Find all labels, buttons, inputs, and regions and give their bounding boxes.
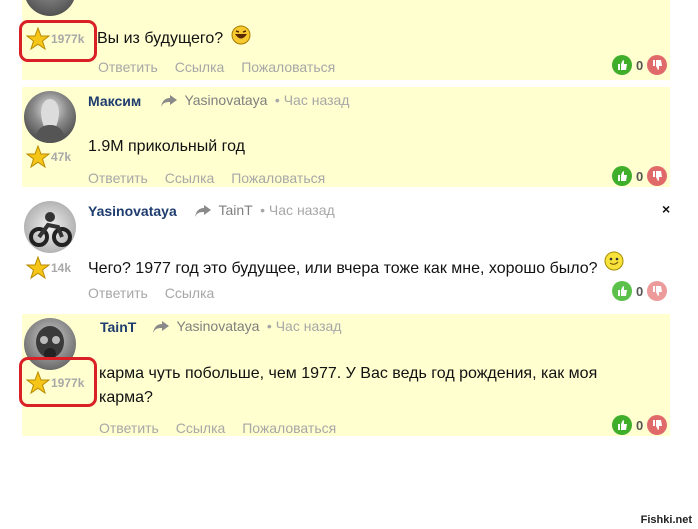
watermark: Fishki.net (640, 514, 692, 526)
reply-link[interactable]: Ответить (88, 170, 148, 186)
thumbs-up-icon[interactable] (612, 415, 632, 435)
close-icon[interactable]: × (662, 201, 670, 217)
karma-value: 47k (51, 150, 72, 164)
reply-target[interactable]: TainT (218, 202, 252, 218)
comment-actions: Ответить Ссылка Пожаловаться (99, 420, 349, 436)
comment-actions: Ответить Ссылка Пожаловаться (98, 59, 348, 75)
reply-info: TainT • Час назад (194, 202, 335, 220)
vote-widget: 0 (612, 55, 668, 75)
thumbs-down-icon[interactable] (647, 166, 668, 186)
reply-target[interactable]: Yasinovataya (176, 318, 259, 334)
timestamp: • Час назад (266, 318, 342, 334)
vote-widget: 0 (612, 281, 668, 301)
comment-text: 1.9M прикольный год (88, 138, 245, 155)
annotation-highlight (19, 357, 97, 407)
reply-link[interactable]: Ответить (98, 59, 158, 75)
comment-actions: Ответить Ссылка Пожаловаться (88, 170, 338, 186)
vote-count: 0 (636, 283, 644, 299)
reply-arrow-icon (161, 94, 177, 107)
avatar[interactable] (24, 91, 76, 143)
author-name[interactable]: Yasinovataya (88, 203, 177, 219)
karma-badge: 14k (26, 256, 71, 280)
author-name[interactable]: TainT (100, 319, 136, 335)
karma-badge: 47k (26, 145, 71, 169)
timestamp: • Час назад (260, 202, 335, 218)
reply-link[interactable]: Ответить (88, 285, 148, 301)
thumbs-up-icon[interactable] (612, 281, 632, 301)
star-icon (26, 256, 50, 280)
reply-link[interactable]: Ответить (99, 420, 159, 436)
vote-count: 0 (636, 168, 644, 184)
annotation-highlight (19, 20, 97, 62)
comment-actions: Ответить Ссылка (88, 285, 227, 301)
thumbs-down-icon[interactable] (647, 281, 668, 301)
thumbs-down-icon[interactable] (647, 55, 668, 75)
reply-info: Yasinovataya • Час назад (152, 318, 341, 336)
karma-value: 14k (51, 261, 72, 275)
thumbs-up-icon[interactable] (612, 55, 632, 75)
avatar[interactable] (24, 201, 76, 253)
vote-widget: 0 (612, 415, 668, 435)
comment-text: карма чуть побольше, чем 1977. У Вас вед… (99, 365, 598, 406)
report-link[interactable]: Пожаловаться (242, 420, 336, 436)
reply-arrow-icon (153, 320, 169, 333)
permalink-link[interactable]: Ссылка (165, 170, 215, 186)
wizard-avatar-icon (34, 99, 66, 143)
thumbs-down-icon[interactable] (647, 415, 668, 435)
comment-text: Чего? 1977 год это будущее, или вчера то… (88, 251, 648, 281)
vote-count: 0 (636, 417, 644, 433)
laughing-emoji-icon (231, 25, 251, 45)
comment-text: Вы из будущего? (97, 25, 251, 51)
vote-widget: 0 (612, 166, 668, 186)
permalink-link[interactable]: Ссылка (175, 59, 225, 75)
permalink-link[interactable]: Ссылка (165, 285, 215, 301)
motorcycle-avatar-icon (29, 212, 72, 247)
reply-target[interactable]: Yasinovataya (184, 92, 267, 108)
permalink-link[interactable]: Ссылка (176, 420, 226, 436)
tongue-emoji-icon (604, 251, 624, 271)
thumbs-up-icon[interactable] (612, 166, 632, 186)
reply-arrow-icon (195, 204, 211, 217)
report-link[interactable]: Пожаловаться (241, 59, 335, 75)
timestamp: • Час назад (274, 92, 350, 108)
star-icon (26, 145, 50, 169)
report-link[interactable]: Пожаловаться (231, 170, 325, 186)
author-name[interactable]: Максим (88, 93, 141, 109)
reply-info: Yasinovataya • Час назад (160, 92, 349, 110)
vote-count: 0 (636, 57, 644, 73)
